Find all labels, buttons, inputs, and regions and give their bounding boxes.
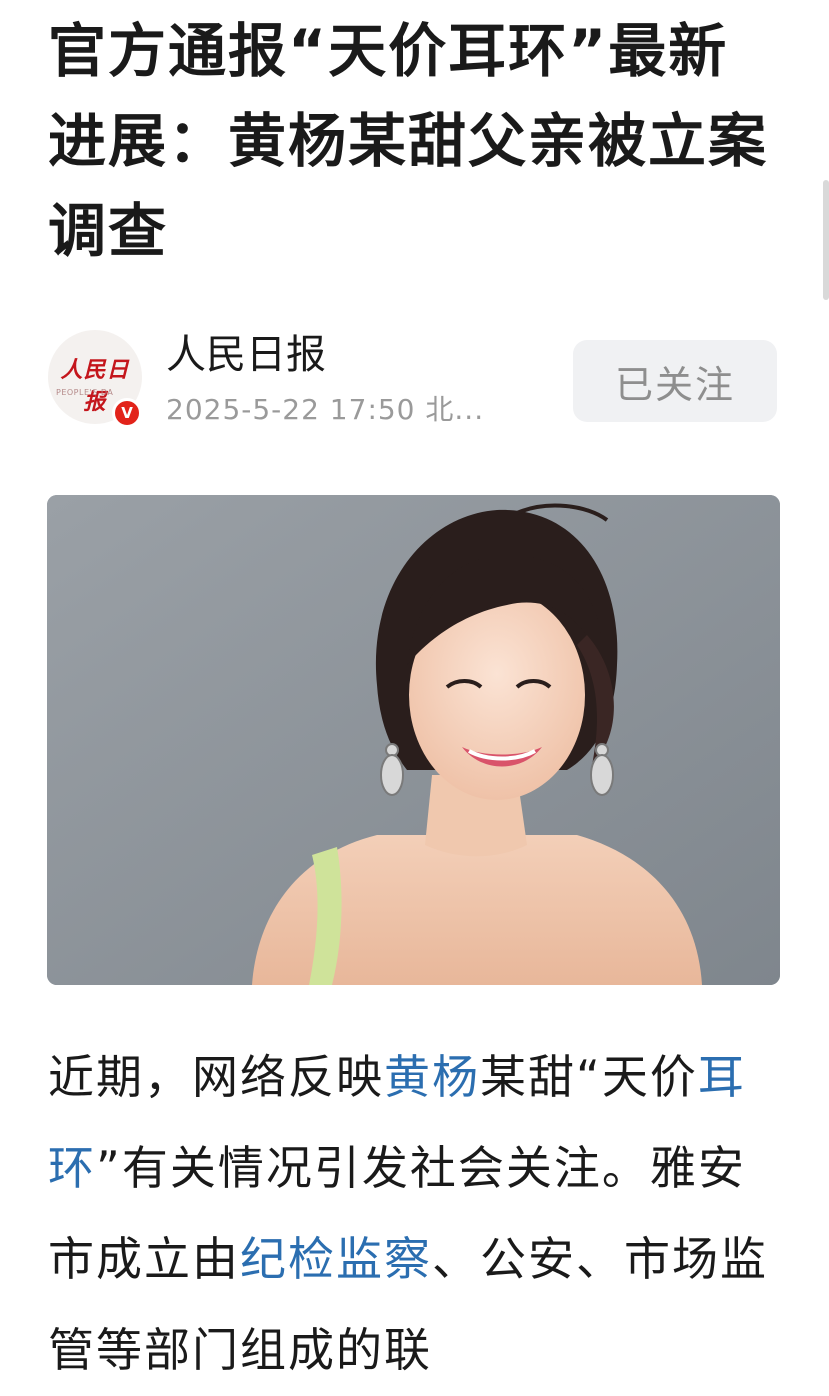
scrollbar[interactable] bbox=[823, 180, 829, 1080]
article-title: 官方通报“天价耳环”最新进展：黄杨某甜父亲被立案调查 bbox=[48, 17, 769, 265]
article-body: 近期，网络反映黄杨某甜“天价耳环”有关情况引发社会关注。雅安市成立由纪检监察、公… bbox=[48, 1032, 788, 1396]
body-text: 某甜“天价 bbox=[480, 1050, 698, 1104]
body-link-huangyang[interactable]: 黄杨 bbox=[384, 1050, 480, 1104]
photo-of-woman-smiling-with-earrings bbox=[47, 495, 780, 985]
post-meta: 2025-5-22 17:50 北... bbox=[166, 393, 485, 426]
body-text: 近期，网络反映 bbox=[48, 1050, 384, 1104]
author-name[interactable]: 人民日报 bbox=[166, 330, 326, 380]
scrollbar-thumb[interactable] bbox=[823, 180, 829, 300]
author-row: 人民日报 PEOPLE'S DA V 人民日报 2025-5-22 17:50 … bbox=[48, 330, 783, 430]
follow-button[interactable]: 已关注 bbox=[573, 340, 777, 422]
body-link-discipline-inspection[interactable]: 纪检监察 bbox=[240, 1232, 432, 1286]
newspaper-logo-subtitle: PEOPLE'S DA bbox=[56, 388, 114, 397]
verified-icon: V bbox=[112, 398, 142, 428]
article-image[interactable] bbox=[47, 495, 780, 985]
